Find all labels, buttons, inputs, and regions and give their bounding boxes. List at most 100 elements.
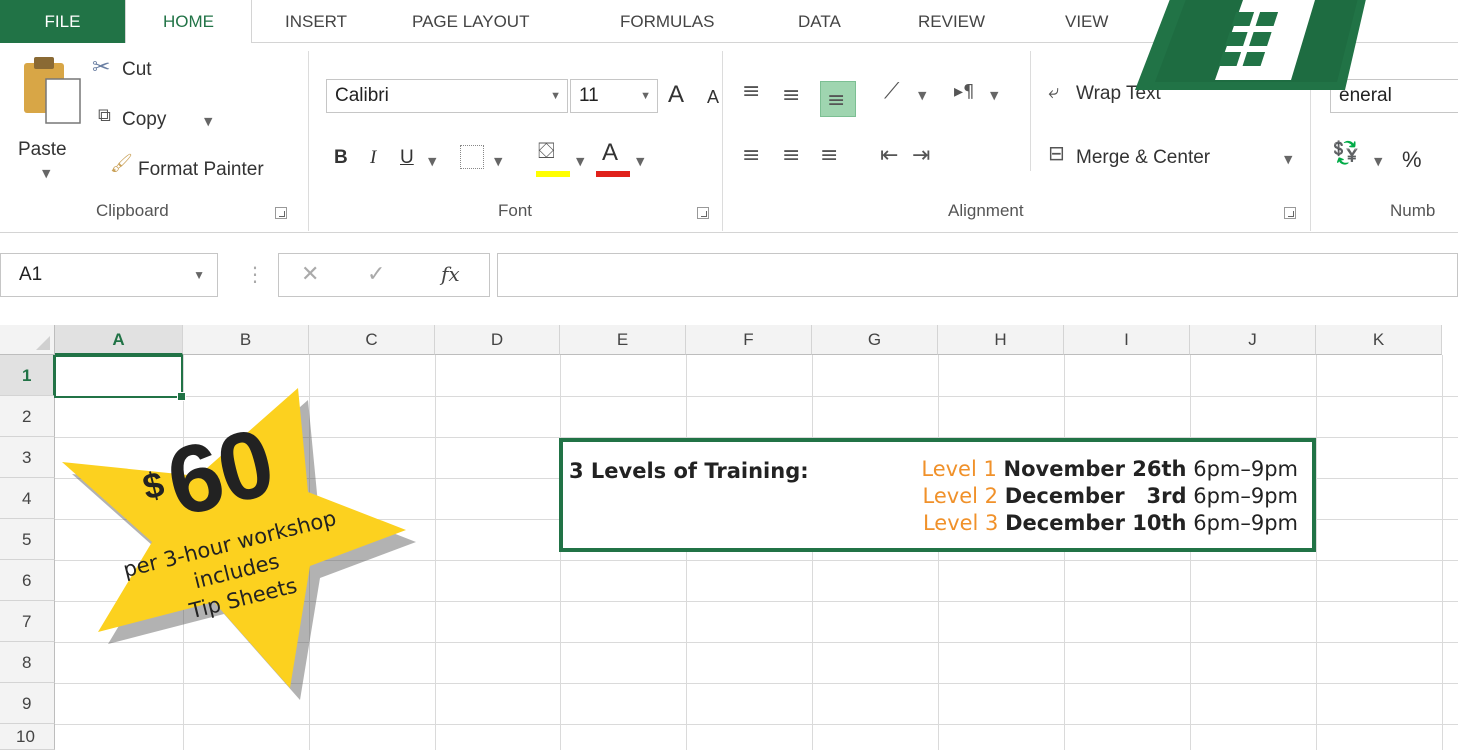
session-date: December 10th [1005,511,1187,535]
fill-color-dropdown-icon[interactable]: ▼ [576,155,584,168]
clipboard-launcher-icon[interactable] [275,207,287,219]
column-header[interactable]: G [812,325,938,355]
formula-bar-grip-icon[interactable]: ⋮ [245,262,265,286]
gridline [812,355,813,750]
font-size-select[interactable]: 11 ▼ [570,79,658,113]
training-heading: 3 Levels of Training: [569,459,809,483]
group-divider [722,51,723,231]
shrink-font-button[interactable]: A [707,87,719,108]
training-session-row: Level 1 November 26th 6pm–9pm [921,457,1298,481]
paste-label: Paste [18,139,67,160]
tab-formulas[interactable]: FORMULAS [620,0,714,43]
text-direction-icon[interactable]: ▸¶ [954,81,975,102]
tab-page-layout[interactable]: PAGE LAYOUT [412,0,529,43]
align-right-icon[interactable]: ≡ [820,143,838,168]
gridline [435,355,436,750]
column-header[interactable]: H [938,325,1064,355]
align-left-icon[interactable]: ≡ [742,143,760,168]
gridline [1190,355,1191,750]
font-color-dropdown-icon[interactable]: ▼ [636,155,644,168]
session-time: 6pm–9pm [1193,484,1298,508]
merge-center-label: Merge & Center [1076,147,1211,168]
paste-button[interactable]: Paste ▼ [18,53,88,183]
font-size-value: 11 [579,85,599,106]
merge-center-button[interactable]: ⊟ Merge & Center ▼ [1048,139,1298,175]
column-header[interactable]: K [1316,325,1442,355]
insert-function-icon[interactable]: fx [441,262,460,286]
copy-button[interactable]: ⧉ Copy ▼ [92,103,232,137]
underline-button[interactable]: U [400,147,414,169]
borders-dropdown-icon[interactable]: ▼ [494,155,502,168]
cut-button[interactable]: ✂ Cut [92,55,202,89]
font-color-letter-icon: A [602,139,619,166]
fill-color-swatch [536,171,570,177]
decrease-indent-icon[interactable]: ⇤ [880,143,898,168]
tab-review[interactable]: REVIEW [918,0,985,43]
column-header[interactable]: B [183,325,309,355]
orientation-dropdown-icon[interactable]: ▼ [918,89,926,102]
session-level: Level 1 [921,457,997,481]
group-divider [1030,51,1031,171]
name-box[interactable]: A1 ▼ [0,253,218,297]
number-group-label: Numb [1390,201,1436,220]
align-bottom-icon: ≡ [827,88,846,113]
column-header[interactable]: E [560,325,686,355]
align-top-icon[interactable]: ≡ [742,79,760,104]
select-all-corner[interactable] [0,325,55,355]
grow-font-button[interactable]: A [668,81,684,109]
align-center-icon[interactable]: ≡ [782,143,800,168]
formula-input[interactable] [497,253,1458,297]
copy-label: Copy [122,109,167,130]
accounting-format-icon[interactable]: 💱 [1332,141,1359,166]
currency-symbol: $ [138,462,168,508]
format-painter-button[interactable]: 🖌 Format Painter [110,151,300,185]
font-group-label: Font [498,201,533,220]
name-box-value: A1 [19,264,43,285]
training-session-row: Level 3 December 10th 6pm–9pm [923,511,1298,535]
borders-button[interactable] [460,145,484,169]
gridline [938,355,939,750]
font-launcher-icon[interactable] [697,207,709,219]
italic-button[interactable]: I [370,147,376,169]
training-schedule-box: 3 Levels of Training: Level 1 November 2… [559,438,1316,552]
cancel-entry-icon[interactable]: ✕ [301,262,319,287]
excel-window: FILE HOME INSERT PAGE LAYOUT FORMULAS DA… [0,0,1458,750]
session-date: December 3rd [1004,484,1187,508]
column-header[interactable]: F [686,325,812,355]
chevron-down-icon: ▼ [640,90,651,102]
tab-home[interactable]: HOME [125,0,252,44]
font-color-button[interactable]: A [596,139,630,179]
increase-indent-icon[interactable]: ⇥ [912,143,930,168]
align-middle-icon[interactable]: ≡ [782,83,800,108]
format-painter-label: Format Painter [138,159,264,180]
copy-dropdown-icon: ▼ [204,115,213,128]
copy-icon: ⧉ [98,105,111,126]
align-bottom-button[interactable]: ≡ [820,81,856,117]
chevron-down-icon: ▼ [193,268,205,282]
wrap-text-icon: ⤶ [1048,79,1060,103]
orientation-icon[interactable]: ⟋ [884,79,899,104]
tab-insert[interactable]: INSERT [285,0,347,43]
bold-button[interactable]: B [334,147,348,169]
column-header[interactable]: A [55,325,183,355]
tab-data[interactable]: DATA [798,0,841,43]
column-header[interactable]: J [1190,325,1316,355]
training-session-row: Level 2 December 3rd 6pm–9pm [923,484,1298,508]
fill-color-button[interactable]: ⛋ [536,139,570,179]
confirm-entry-icon[interactable]: ✓ [367,262,385,287]
text-direction-dropdown-icon[interactable]: ▼ [990,89,998,102]
underline-dropdown-icon[interactable]: ▼ [428,155,436,168]
price-amount: 60 [156,408,283,538]
font-name-select[interactable]: Calibri ▼ [326,79,568,113]
percent-style-button[interactable]: % [1402,147,1422,173]
column-header[interactable]: I [1064,325,1190,355]
tab-file[interactable]: FILE [0,0,125,43]
alignment-launcher-icon[interactable] [1284,207,1296,219]
column-header[interactable]: D [435,325,560,355]
merge-center-icon: ⊟ [1048,141,1065,165]
column-header[interactable]: C [309,325,435,355]
gridline [1316,355,1317,750]
gridline [686,355,687,750]
accounting-dropdown-icon[interactable]: ▼ [1374,155,1382,168]
tab-view[interactable]: VIEW [1065,0,1108,43]
